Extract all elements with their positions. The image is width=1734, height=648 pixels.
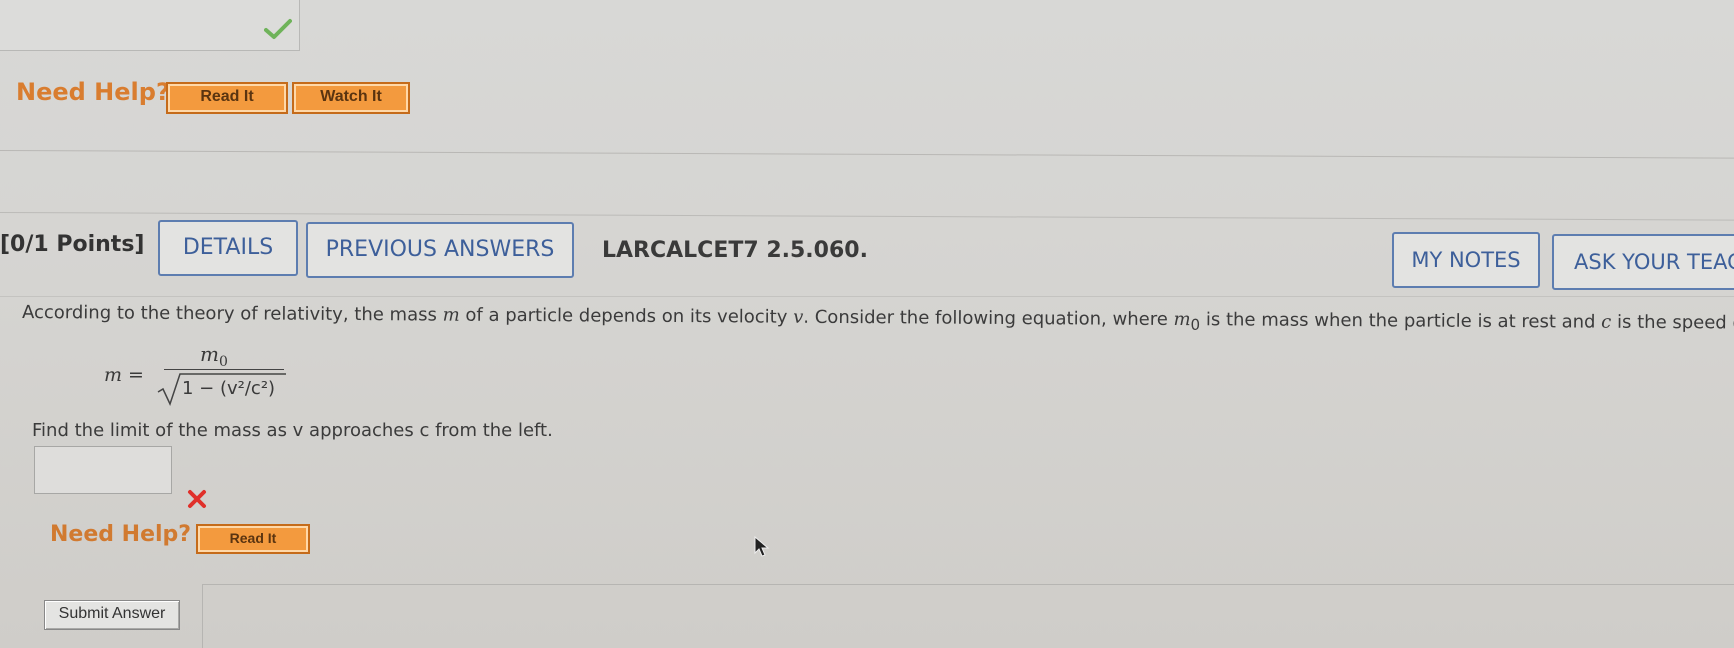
details-button[interactable]: DETAILS <box>158 220 298 276</box>
submit-answer-button[interactable]: Submit Answer <box>44 600 180 630</box>
previous-answers-button[interactable]: PREVIOUS ANSWERS <box>306 222 574 278</box>
check-icon <box>264 19 292 39</box>
previous-answer-box <box>0 0 300 51</box>
equation-lhs: m = <box>104 364 144 386</box>
equation-numerator: m0 <box>200 342 228 370</box>
x-icon <box>188 490 206 508</box>
points-label: [0/1 Points] <box>0 232 145 257</box>
answer-input[interactable] <box>34 446 172 494</box>
read-it-button[interactable]: Read It <box>196 524 310 554</box>
need-help-label: Need Help? <box>16 78 170 106</box>
find-limit-text: Find the limit of the mass as v approach… <box>32 420 553 441</box>
divider <box>0 150 1734 159</box>
mouse-cursor-icon <box>754 536 770 557</box>
fraction-bar <box>164 369 284 370</box>
ask-your-teacher-button[interactable]: ASK YOUR TEACH <box>1552 234 1734 290</box>
question-text: According to the theory of relativity, t… <box>21 302 1734 334</box>
my-notes-button[interactable]: MY NOTES <box>1392 232 1540 288</box>
problem-id: LARCALCET7 2.5.060. <box>602 238 868 263</box>
divider <box>202 584 1734 585</box>
watch-it-button[interactable]: Watch It <box>292 82 410 114</box>
equation-denominator: 1 − (v²/c²) <box>182 378 276 399</box>
need-help-label: Need Help? <box>50 522 192 547</box>
read-it-button[interactable]: Read It <box>166 82 288 114</box>
divider <box>0 296 1734 297</box>
divider <box>202 584 203 648</box>
